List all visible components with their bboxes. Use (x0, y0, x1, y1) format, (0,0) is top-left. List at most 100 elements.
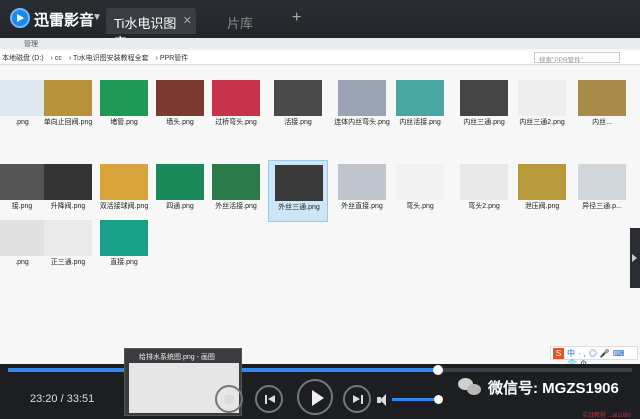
file-item[interactable]: 正三通.png (38, 216, 98, 278)
file-item[interactable]: 内丝... (572, 76, 632, 138)
prev-bar-icon (265, 395, 267, 404)
file-thumbnail (156, 164, 204, 200)
file-thumbnail (212, 164, 260, 200)
breadcrumb: 本地磁盘 (D:) › cc › Ti水电识图安装教程全套 › PPR管件 (2, 55, 189, 62)
video-frame[interactable]: 管理 本地磁盘 (D:) › cc › Ti水电识图安装教程全套 › PPR管件 搜索… (0, 38, 640, 364)
file-item[interactable]: 外丝活接.png (206, 160, 266, 222)
file-thumbnail (518, 80, 566, 116)
file-item[interactable]: 外丝三通.png (268, 160, 328, 222)
file-name: 过桥弯头.png (215, 119, 257, 126)
file-item[interactable]: 内丝活接.png (390, 76, 450, 138)
seek-bar[interactable] (8, 365, 632, 375)
file-item[interactable]: 异径三通.p... (572, 160, 632, 222)
file-name: 正三通.png (50, 259, 86, 266)
app-name[interactable]: 迅雷影音 (34, 9, 94, 30)
file-name: 外丝直接.png (341, 203, 383, 210)
file-name: 外丝活接.png (215, 203, 257, 210)
file-name: 弯头2.png (468, 203, 500, 210)
watermark-text: 微信号: MGZS1906 (488, 380, 619, 397)
previous-button[interactable] (255, 385, 283, 413)
file-name: 双活接球阀.png (99, 203, 149, 210)
side-panel-toggle[interactable] (630, 228, 640, 288)
file-item[interactable]: 堵管.png (94, 76, 154, 138)
file-name: 异径三通.p... (582, 203, 622, 210)
ime-toolbar: S 中·,◎🎤⌨👕⚙ (550, 346, 638, 364)
ime-status-text: 中·,◎🎤⌨👕⚙ (567, 349, 628, 364)
file-item[interactable]: 过桥弯头.png (206, 76, 266, 138)
file-thumbnail (274, 80, 322, 116)
video-player-window: 迅雷影音 ▼ Ti水电识图安 ✕ 片库 + 管理 本地磁盘 (D:)› cc› … (0, 0, 640, 419)
volume-handle[interactable] (434, 395, 443, 404)
ribbon-label: 管理 (24, 41, 38, 48)
file-item[interactable]: 连体内丝弯头.png (332, 76, 392, 138)
breadcrumb-item: PPR管件 (159, 55, 189, 62)
file-name: 单向止回阀.png (43, 119, 93, 126)
file-thumbnail (212, 80, 260, 116)
file-item[interactable]: 双活接球阀.png (94, 160, 154, 222)
seek-bar-handle[interactable] (432, 365, 443, 375)
file-thumbnail (338, 164, 386, 200)
thunder-player-logo-icon[interactable] (10, 8, 30, 28)
play-icon (312, 390, 324, 406)
file-name: 墙头.png (166, 119, 194, 126)
next-arrow-icon (353, 395, 360, 403)
volume-speaker-icon[interactable] (377, 394, 389, 406)
file-thumbnail (100, 164, 148, 200)
file-item[interactable]: 内丝三通2.png (512, 76, 572, 138)
tab-close-icon[interactable]: ✕ (183, 14, 192, 27)
prev-arrow-icon (268, 395, 275, 403)
file-item[interactable]: 单向止回阀.png (38, 76, 98, 138)
file-name: 连体内丝弯头.png (334, 119, 390, 126)
explorer-search-box: 搜索"PPR管件" (534, 52, 620, 64)
file-thumbnail (578, 164, 626, 200)
file-item[interactable]: 直接.png (94, 216, 154, 278)
time-display: 23:20 / 33:51 (30, 393, 95, 405)
file-thumbnail (396, 164, 444, 200)
volume-level (392, 398, 438, 401)
file-thumbnail (338, 80, 386, 116)
file-name: 外丝三通.png (278, 204, 320, 211)
tab-library[interactable]: 片库 (200, 8, 280, 34)
preview-title: 给排水系统图.png - 画图 (139, 354, 215, 361)
file-item[interactable]: 墙头.png (150, 76, 210, 138)
file-item[interactable]: 弯头.png (390, 160, 450, 222)
file-thumbnail (44, 164, 92, 200)
tab-label: 片库 (226, 16, 253, 31)
breadcrumb-item: 本地磁盘 (D:) (2, 55, 44, 62)
file-item[interactable]: 弯头2.png (454, 160, 514, 222)
file-name: 直接.png (110, 259, 138, 266)
file-name: 升降阀.png (50, 203, 86, 210)
file-thumbnail (100, 220, 148, 256)
title-bar: 迅雷影音 ▼ Ti水电识图安 ✕ 片库 + (0, 0, 640, 50)
play-button[interactable] (297, 379, 333, 415)
file-name: 内丝活接.png (399, 119, 441, 126)
breadcrumb-item: cc (54, 55, 62, 62)
file-item[interactable]: 内丝三通.png (454, 76, 514, 138)
sogou-s-icon: S (553, 348, 564, 359)
wechat-icon (458, 378, 482, 396)
file-item[interactable]: 泄压阀.png (512, 160, 572, 222)
file-item[interactable]: 外丝直接.png (332, 160, 392, 222)
stop-button[interactable] (215, 385, 243, 413)
volume-slider[interactable] (392, 395, 443, 404)
file-name: 堵管.png (110, 119, 138, 126)
file-thumbnail (44, 220, 92, 256)
explorer-address-bar: 本地磁盘 (D:) › cc › Ti水电识图安装教程全套 › PPR管件 搜索"PP… (0, 51, 640, 65)
file-item[interactable]: 活接.png (268, 76, 328, 138)
file-name: 弯头.png (406, 203, 434, 210)
stop-icon (225, 395, 234, 404)
file-thumbnail-grid: .png 单向止回阀.png 堵管.png 墙头.png 过桥弯头.png 活接.png 连… (0, 68, 640, 364)
file-name: 内丝三通.png (463, 119, 505, 126)
file-thumbnail (460, 164, 508, 200)
file-name: 内丝三通2.png (519, 119, 565, 126)
next-button[interactable] (343, 385, 371, 413)
new-tab-plus-icon[interactable]: + (292, 9, 301, 27)
file-name: 活接.png (284, 119, 312, 126)
file-thumbnail (275, 165, 323, 201)
file-thumbnail (100, 80, 148, 116)
file-name: 泄压阀.png (524, 203, 560, 210)
file-item[interactable]: 升降阀.png (38, 160, 98, 222)
app-menu-caret-icon[interactable]: ▼ (92, 12, 102, 23)
file-item[interactable]: 四通.png (150, 160, 210, 222)
tab-current-video[interactable]: Ti水电识图安 ✕ (106, 8, 196, 50)
